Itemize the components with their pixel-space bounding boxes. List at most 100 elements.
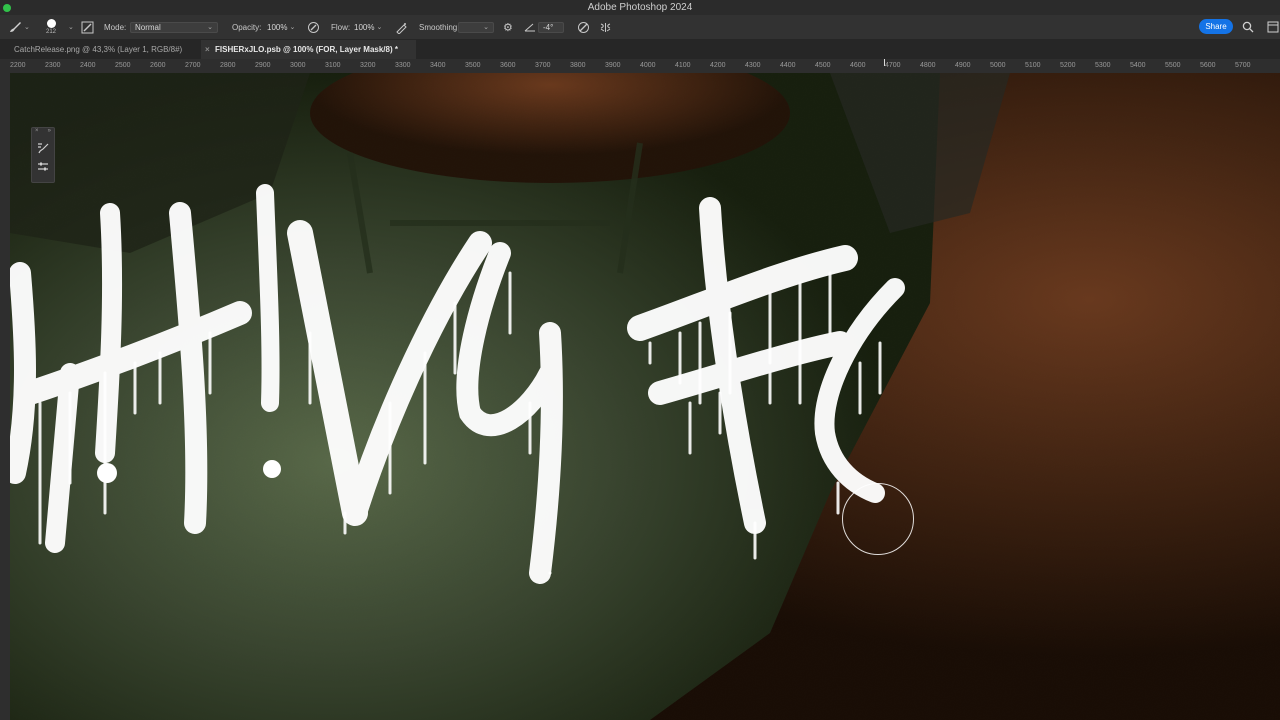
ruler-tick-label: 5300 <box>1095 62 1111 69</box>
document-tab-bar: CatchRelease.png @ 43,3% (Layer 1, RGB/8… <box>0 40 1280 59</box>
ruler-tick-label: 4600 <box>850 62 866 69</box>
brush-tool-preset[interactable]: ⌄ <box>8 15 30 39</box>
pressure-icon <box>308 21 319 33</box>
ruler-tick-label: 5100 <box>1025 62 1041 69</box>
ruler-tick-label: 5000 <box>990 62 1006 69</box>
ruler-tick-label: 2800 <box>220 62 236 69</box>
collapse-icon[interactable]: » <box>48 128 51 137</box>
ruler-tick-label: 3700 <box>535 62 551 69</box>
flow-label: Flow: <box>331 22 351 32</box>
angle-value: -4° <box>543 22 554 32</box>
sliders-icon <box>38 162 48 171</box>
ruler-tick-label: 4500 <box>815 62 831 69</box>
ruler-tick-label: 3500 <box>465 62 481 69</box>
flow-field-wrap: 100% ⌄ <box>352 15 388 39</box>
tab-fisherxjlo[interactable]: × FISHERxJLO.psb @ 100% (FOR, Layer Mask… <box>201 40 416 59</box>
ruler-tick-label: 3900 <box>605 62 621 69</box>
tab-label: FISHERxJLO.psb @ 100% (FOR, Layer Mask/8… <box>215 45 398 54</box>
search-icon <box>1242 21 1254 33</box>
smoothing-options-button[interactable]: ⚙ <box>503 15 513 39</box>
close-icon[interactable]: × <box>35 128 39 137</box>
workspace-button[interactable] <box>1267 20 1279 38</box>
airbrush-icon <box>396 22 407 34</box>
smoothing-field-wrap: ⌄ <box>458 15 494 39</box>
tab-catchrelease[interactable]: CatchRelease.png @ 43,3% (Layer 1, RGB/8… <box>0 40 201 59</box>
ruler-tick-label: 3200 <box>360 62 376 69</box>
panel-header: × » <box>32 128 54 137</box>
symmetry-button[interactable] <box>599 15 612 39</box>
ruler-tick-label: 2700 <box>185 62 201 69</box>
angle-icon <box>524 23 535 32</box>
ruler-tick-label: 4300 <box>745 62 761 69</box>
ruler-tick-label: 4100 <box>675 62 691 69</box>
ruler-tick-label: 3100 <box>325 62 341 69</box>
ruler-tick-label: 4700 <box>885 62 901 69</box>
flow-value: 100% <box>354 22 375 32</box>
chevron-down-icon: ⌄ <box>289 24 296 31</box>
opacity-value: 100% <box>267 22 288 32</box>
ruler-tick-label: 5500 <box>1165 62 1181 69</box>
pressure-opacity-button[interactable] <box>307 15 320 39</box>
ruler-tick-label: 4900 <box>955 62 971 69</box>
ruler-tick-label: 2300 <box>45 62 61 69</box>
ruler-tick-label: 2600 <box>150 62 166 69</box>
brush-size-picker[interactable]: 212 <box>46 15 56 39</box>
brush-preset-panel-button[interactable] <box>35 140 51 156</box>
ruler-tick-label: 2400 <box>80 62 96 69</box>
brush-cursor <box>842 483 914 555</box>
window-title: Adobe Photoshop 2024 <box>587 2 693 13</box>
airbrush-button[interactable] <box>395 15 408 39</box>
angle-field[interactable]: -4° <box>538 21 564 33</box>
ruler-tick-label: 3000 <box>290 62 306 69</box>
floating-tool-panel: × » <box>31 127 55 183</box>
smoothing-field[interactable]: ⌄ <box>458 21 494 33</box>
brush-size-value: 212 <box>46 29 57 35</box>
pressure-size-button[interactable] <box>577 15 590 39</box>
ruler-tick-label: 5600 <box>1200 62 1216 69</box>
vertical-ruler[interactable] <box>0 73 10 720</box>
ruler-tick-label: 2500 <box>115 62 131 69</box>
close-icon[interactable]: × <box>205 45 210 54</box>
ruler-tick-label: 4400 <box>780 62 796 69</box>
ruler-tick-label: 4000 <box>640 62 656 69</box>
window-close-button[interactable] <box>3 4 11 12</box>
ruler-tick-label: 5200 <box>1060 62 1076 69</box>
horizontal-ruler[interactable]: 2200 2300 2400 2500 2600 2700 2800 2900 3000 3100… <box>0 59 1280 74</box>
ruler-tick-label: 3800 <box>570 62 586 69</box>
flow-field[interactable]: 100% ⌄ <box>352 22 388 33</box>
brush-tip-icon <box>46 19 56 28</box>
opacity-field-wrap: 100% ⌄ <box>265 15 301 39</box>
mode-label: Mode: <box>104 22 127 32</box>
ruler-tick-label: 3300 <box>395 62 411 69</box>
ruler-tick-label: 5400 <box>1130 62 1146 69</box>
ruler-tick-label: 3600 <box>500 62 516 69</box>
canvas-artwork <box>10 73 1280 720</box>
share-button[interactable]: Share <box>1199 19 1233 34</box>
chevron-down-icon: ⌄ <box>483 24 489 31</box>
brush-settings-toggle[interactable] <box>81 15 94 39</box>
title-bar: Adobe Photoshop 2024 <box>0 0 1280 15</box>
brush-picker-chevron[interactable]: ⌄ <box>66 15 74 39</box>
ruler-tick-label: 3400 <box>430 62 446 69</box>
opacity-field[interactable]: 100% ⌄ <box>265 22 301 33</box>
brush-icon <box>10 22 21 32</box>
options-bar: ⌄ 212 ⌄ Mode: Normal ⌄ Opacity: 100% ⌄ F… <box>0 15 1280 40</box>
angle-field-wrap: -4° <box>538 15 564 39</box>
pressure-size-icon <box>578 21 589 33</box>
mode-select[interactable]: Normal ⌄ <box>130 21 218 33</box>
mode-value: Normal <box>135 22 161 32</box>
ruler-tick-label: 4200 <box>710 62 726 69</box>
ruler-cursor-marker <box>884 59 885 66</box>
gear-icon: ⚙ <box>503 21 513 34</box>
ruler-tick-label: 5700 <box>1235 62 1251 69</box>
document-canvas[interactable] <box>10 73 1280 720</box>
mode-select-wrap: Normal ⌄ <box>130 15 218 39</box>
brush-settings-panel-button[interactable] <box>35 159 51 175</box>
chevron-down-icon: ⌄ <box>207 24 213 31</box>
ruler-tick-label: 2900 <box>255 62 271 69</box>
chevron-down-icon: ⌄ <box>68 24 74 31</box>
ruler-tick-label: 4800 <box>920 62 936 69</box>
search-button[interactable] <box>1242 20 1254 38</box>
smoothing-label: Smoothing: <box>419 22 460 32</box>
chevron-down-icon: ⌄ <box>376 24 383 31</box>
